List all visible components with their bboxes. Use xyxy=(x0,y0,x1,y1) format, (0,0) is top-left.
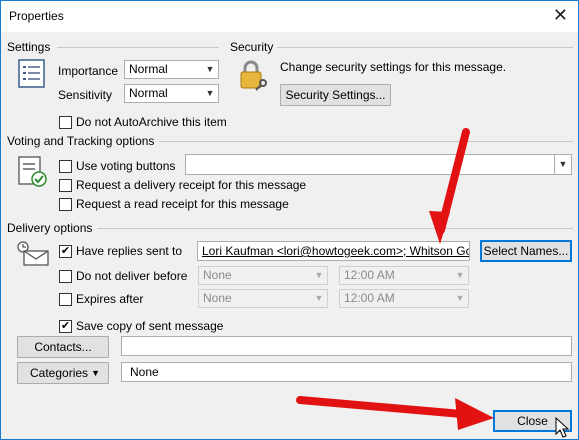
arrow-to-replies-field xyxy=(429,128,470,244)
arrow-to-close-button xyxy=(296,396,494,430)
annotation-arrows xyxy=(296,128,494,430)
